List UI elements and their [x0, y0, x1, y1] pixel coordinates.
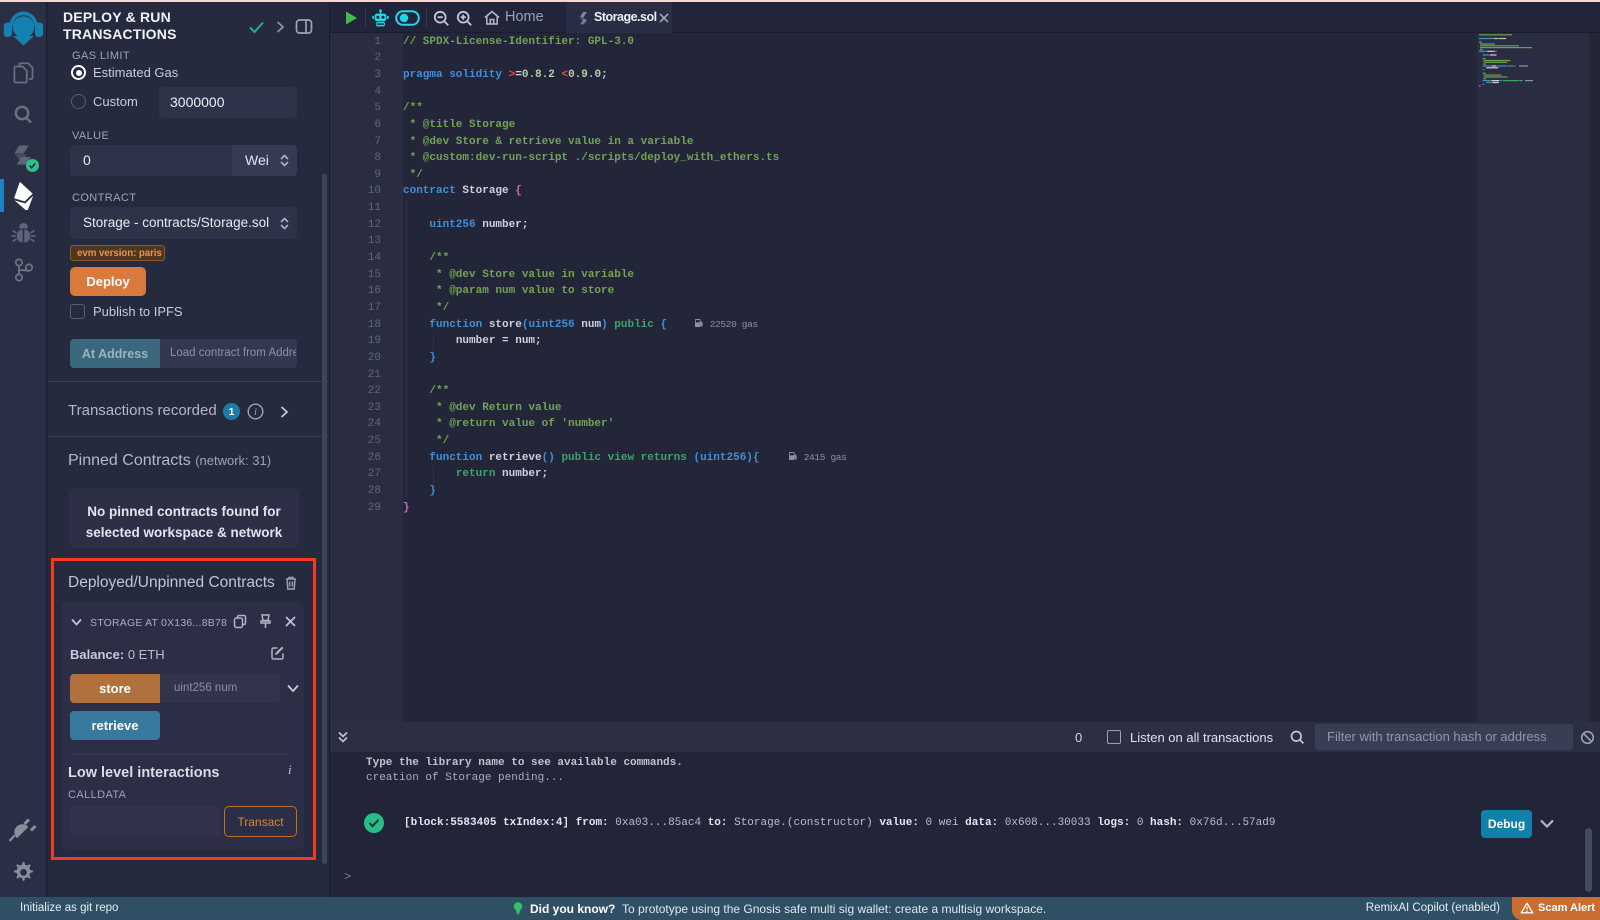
svg-text:i: i: [254, 407, 257, 418]
